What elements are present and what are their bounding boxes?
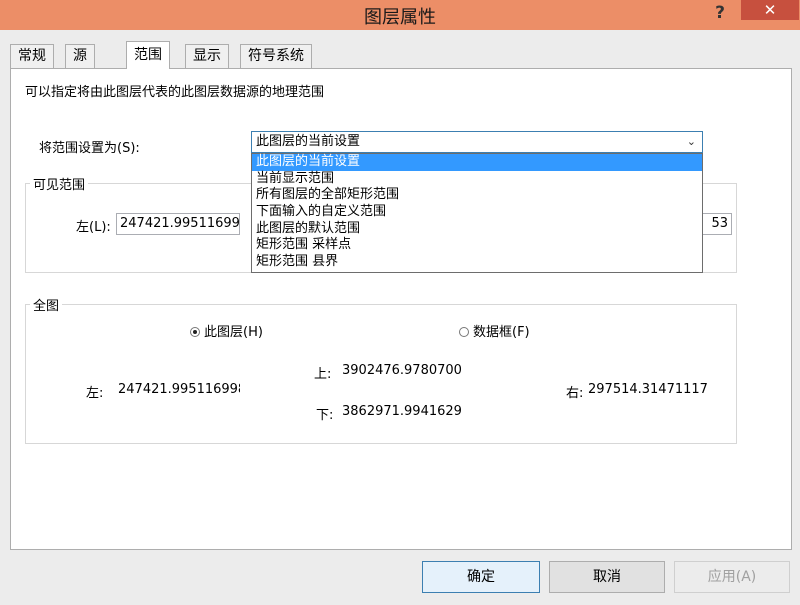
dropdown-option[interactable]: 矩形范围 采样点 [252, 237, 702, 254]
ok-button[interactable]: 确定 [422, 561, 540, 593]
extent-combobox[interactable]: 此图层的当前设置 ⌄ [251, 131, 703, 153]
tab-extent[interactable]: 范围 [126, 41, 170, 69]
tab-symbology[interactable]: 符号系统 [240, 44, 312, 68]
visible-left-input[interactable]: 247421.995116998 [116, 213, 240, 235]
extent-tab-panel: 可以指定将由此图层代表的此图层数据源的地理范围 将范围设置为(S): 可见范围 … [10, 68, 792, 550]
combobox-selected: 此图层的当前设置 [256, 134, 361, 149]
extent-setting-label: 将范围设置为(S): [39, 141, 140, 156]
radio-unchecked-icon[interactable] [459, 327, 469, 337]
radio-this-layer[interactable]: 此图层(H) [190, 321, 263, 340]
dropdown-option[interactable]: 此图层的默认范围 [252, 221, 702, 238]
right-value: 297514.31471117 [588, 382, 708, 397]
dropdown-option[interactable]: 所有图层的全部矩形范围 [252, 187, 702, 204]
left-label: 左: [86, 386, 104, 401]
radio-data-frame-label: 数据框(F) [473, 325, 530, 340]
dropdown-option[interactable]: 此图层的当前设置 [252, 154, 702, 171]
tab-display[interactable]: 显示 [185, 44, 229, 68]
apply-button[interactable]: 应用(A) [674, 561, 790, 593]
visible-right-input[interactable]: 53 [698, 213, 732, 235]
chevron-down-icon[interactable]: ⌄ [687, 132, 696, 152]
window-title: 图层属性 [364, 7, 436, 28]
top-value: 3902476.9780700 [342, 363, 462, 378]
dropdown-option[interactable]: 矩形范围 县界 [252, 254, 702, 271]
left-value: 247421.995116998 [118, 382, 240, 397]
tab-general[interactable]: 常规 [10, 44, 54, 68]
radio-this-layer-label: 此图层(H) [204, 325, 263, 340]
description-text: 可以指定将由此图层代表的此图层数据源的地理范围 [25, 85, 325, 100]
dropdown-option[interactable]: 下面输入的自定义范围 [252, 204, 702, 221]
bottom-value: 3862971.9941629 [342, 404, 462, 419]
top-label: 上: [314, 367, 332, 382]
full-extent-group: 全图 此图层(H) 数据框(F) 上: 3902476.9780700 左: 2… [25, 295, 737, 444]
help-button[interactable]: ? [706, 0, 734, 26]
right-label: 右: [566, 386, 584, 401]
visible-left-label: 左(L): [76, 220, 111, 235]
bottom-label: 下: [316, 408, 334, 423]
title-bar: 图层属性 ? ✕ [0, 0, 800, 30]
dropdown-option[interactable]: 当前显示范围 [252, 171, 702, 188]
radio-checked-icon[interactable] [190, 327, 200, 337]
close-button[interactable]: ✕ [741, 0, 799, 20]
tab-source[interactable]: 源 [65, 44, 95, 68]
radio-data-frame[interactable]: 数据框(F) [459, 321, 530, 340]
full-extent-title: 全图 [30, 295, 63, 314]
extent-dropdown-list: 此图层的当前设置 当前显示范围 所有图层的全部矩形范围 下面输入的自定义范围 此… [251, 153, 703, 273]
visible-extent-title: 可见范围 [30, 174, 89, 193]
close-icon[interactable]: ✕ [764, 1, 777, 19]
cancel-button[interactable]: 取消 [549, 561, 665, 593]
